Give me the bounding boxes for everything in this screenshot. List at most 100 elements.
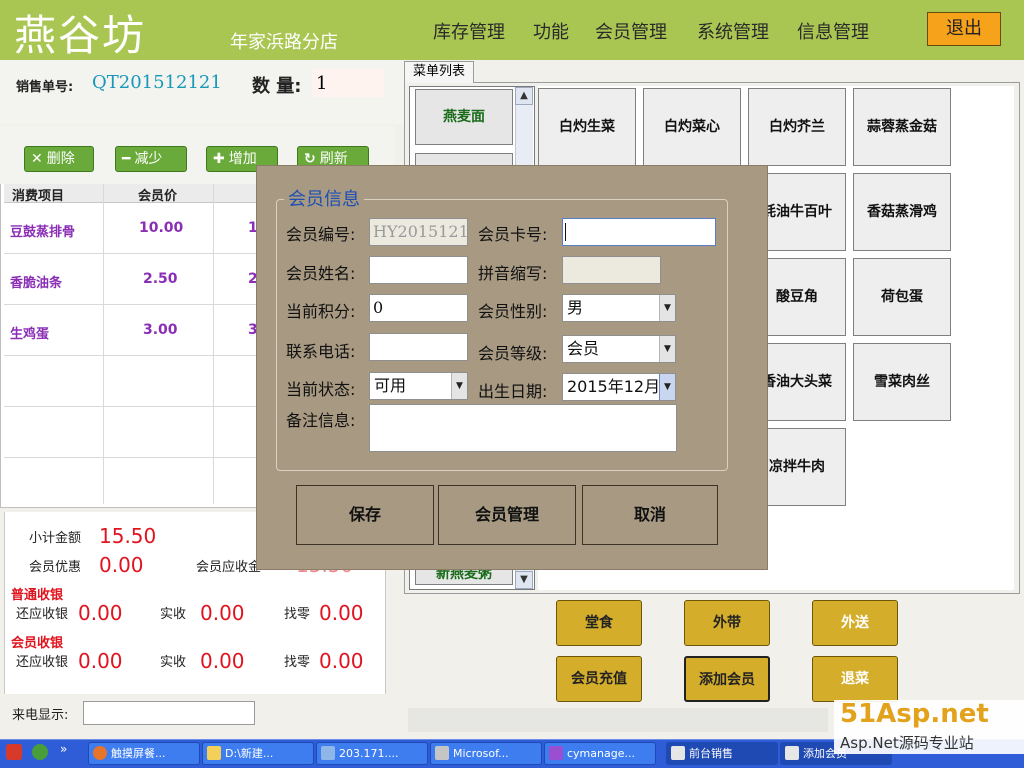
discount-label: 会员优惠 [29,560,82,575]
status-select[interactable]: 可用 ▼ [369,372,468,400]
dine-in-button[interactable]: 堂食 [556,600,642,646]
close-icon: ✕ [31,151,43,167]
member-due-label: 会员应收金 [196,560,262,575]
status-strip [408,708,828,732]
task-label: 前台销售 [689,747,733,760]
member-name-field[interactable] [369,256,468,284]
grid-divider [103,184,104,504]
pinyin-field [562,256,661,284]
dish-item[interactable]: 蒜蓉蒸金菇 [853,88,951,166]
task-button[interactable]: Microsof... [430,742,542,765]
card-number-field[interactable] [562,218,716,246]
member-name-label: 会员姓名: [286,264,356,283]
save-button[interactable]: 保存 [296,485,434,545]
normal-paid-value: 0.00 [200,601,245,625]
cancel-button[interactable]: 取消 [582,485,718,545]
category-item[interactable]: 燕麦面 [415,89,513,145]
chevron-down-icon[interactable]: ▼ [659,374,675,400]
member-id-label: 会员编号: [286,225,356,244]
subtotal-value: 15.50 [99,524,157,548]
delete-label: 删除 [46,151,75,167]
watermark-logo: 51Asp.net [840,699,989,729]
decrease-button[interactable]: ━ 减少 [115,146,187,172]
menu-inventory[interactable]: 库存管理 [433,18,505,44]
normal-change-value: 0.00 [319,601,364,625]
menu-functions[interactable]: 功能 [533,18,569,44]
normal-change-label: 找零 [284,607,311,622]
scroll-up-icon[interactable]: ▲ [515,87,533,105]
menu-system[interactable]: 系统管理 [697,18,769,44]
dish-item[interactable]: 香菇蒸滑鸡 [853,173,951,251]
exit-button[interactable]: 退出 [927,12,1001,46]
member-recharge-button[interactable]: 会员充值 [556,656,642,702]
member-manage-button[interactable]: 会员管理 [438,485,576,545]
normal-paid-label: 实收 [160,607,187,622]
member-change-label: 找零 [284,655,311,670]
status-label: 当前状态: [286,380,356,399]
dish-item[interactable]: 白灼菜心 [643,88,741,166]
table-row-name[interactable]: 生鸡蛋 [10,323,49,342]
task-button[interactable]: 触摸屏餐... [88,742,200,765]
task-button[interactable]: cymanage... [544,742,656,765]
note-field[interactable] [369,404,677,452]
task-label: D:\新建... [225,747,274,760]
minus-icon: ━ [122,151,131,167]
order-number-label: 销售单号: [16,80,74,95]
caller-id-field[interactable] [83,701,255,725]
chevron-right-icon[interactable]: » [60,742,67,756]
scroll-down-icon[interactable]: ▼ [515,571,533,589]
table-row-price[interactable]: 2.50 [143,271,178,287]
birth-date-picker[interactable]: 2015年12月 ▼ [562,373,676,401]
browser-icon[interactable] [32,744,48,760]
tab-menu-list[interactable]: 菜单列表 [404,61,474,83]
birth-date-label: 出生日期: [478,382,548,401]
firefox-icon [93,746,107,760]
table-row-price[interactable]: 3.00 [143,322,178,338]
pinyin-label: 拼音缩写: [478,264,548,283]
chevron-down-icon[interactable]: ▼ [451,373,467,399]
col-item: 消费项目 [12,189,65,204]
level-label: 会员等级: [478,344,548,363]
branch-name: 年家浜路分店 [230,32,338,53]
caller-id-label: 来电显示: [12,708,69,723]
level-select[interactable]: 会员 ▼ [562,335,676,363]
return-dish-button[interactable]: 退菜 [812,656,898,702]
desktop-icon[interactable] [6,744,22,760]
normal-due-label: 还应收银 [16,607,69,622]
dish-item[interactable]: 白灼生菜 [538,88,636,166]
task-button[interactable]: 203.171.... [316,742,428,765]
birth-date-value: 2015年12月 [567,377,661,396]
menu-members[interactable]: 会员管理 [595,18,667,44]
task-button[interactable]: 前台销售 [666,742,778,765]
col-member-price: 会员价 [138,189,178,204]
delete-button[interactable]: ✕ 删除 [24,146,94,172]
table-row-name[interactable]: 香脆油条 [10,272,62,291]
app-header [0,0,1024,60]
task-label: cymanage... [567,747,635,760]
dish-item[interactable]: 白灼芥兰 [748,88,846,166]
dish-item[interactable]: 雪菜肉丝 [853,343,951,421]
gender-label: 会员性别: [478,302,548,321]
chevron-down-icon[interactable]: ▼ [659,336,675,362]
add-member-button[interactable]: 添加会员 [684,656,770,702]
plus-icon: ✚ [213,151,225,167]
member-due2-label: 还应收银 [16,655,69,670]
remote-desktop-icon [321,746,335,760]
gender-select[interactable]: 男 ▼ [562,294,676,322]
phone-field[interactable] [369,333,468,361]
task-button[interactable]: D:\新建... [202,742,314,765]
chevron-down-icon[interactable]: ▼ [659,295,675,321]
table-row-name[interactable]: 豆鼓蒸排骨 [10,221,75,240]
quantity-input[interactable] [312,69,384,97]
takeaway-button[interactable]: 外带 [684,600,770,646]
member-change-value: 0.00 [319,649,364,673]
delivery-button[interactable]: 外送 [812,600,898,646]
order-number: QT201512121 [92,72,222,93]
table-row-price[interactable]: 10.00 [139,220,183,236]
member-paid-label: 实收 [160,655,187,670]
menu-info[interactable]: 信息管理 [797,18,869,44]
dish-item[interactable]: 荷包蛋 [853,258,951,336]
points-field[interactable]: 0 [369,294,468,322]
points-label: 当前积分: [286,302,356,321]
folder-icon [207,746,221,760]
